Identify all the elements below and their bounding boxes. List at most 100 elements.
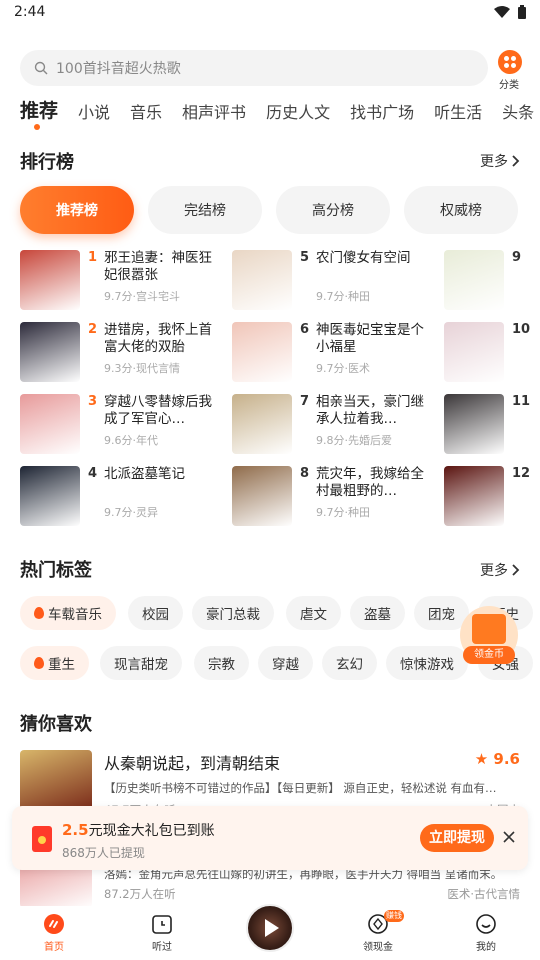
- earn-badge: 赚钱: [384, 910, 404, 922]
- tab-history[interactable]: 历史人文: [266, 94, 330, 123]
- tag-chip[interactable]: 现言甜宠: [100, 646, 182, 680]
- pill-high-score-rank[interactable]: 高分榜: [276, 186, 390, 234]
- nav-profile[interactable]: 我的: [451, 912, 521, 953]
- tag-chip[interactable]: 玄幻: [322, 646, 377, 680]
- ranking-more-label: 更多: [480, 154, 508, 170]
- rank-cover: [20, 250, 80, 310]
- tag-label: 宗教: [208, 657, 235, 673]
- book-listeners: 87.2万人在听: [104, 887, 176, 901]
- tag-chip[interactable]: 宗教: [194, 646, 249, 680]
- pill-recommend-rank[interactable]: 推荐榜: [20, 186, 134, 234]
- rank-number: 4: [88, 466, 98, 481]
- rank-number: 5: [300, 250, 310, 265]
- rank-title: 相亲当天，豪门继承人拉着我…: [316, 394, 424, 427]
- rank-item[interactable]: 9: [444, 250, 521, 310]
- rank-item[interactable]: 8 荒灾年，我嫁给全村最粗野的… 9.7分·种田: [232, 466, 432, 526]
- status-icons: [494, 5, 526, 19]
- tag-chip[interactable]: 车载音乐: [20, 596, 116, 630]
- profile-icon: [474, 912, 498, 936]
- tags-more-link[interactable]: 更多: [480, 560, 520, 580]
- tab-recommend[interactable]: 推荐: [20, 94, 58, 130]
- rank-number: 8: [300, 466, 310, 481]
- rank-number: 12: [512, 466, 531, 481]
- rank-meta: 9.7分·种田: [316, 506, 370, 519]
- rank-meta: 9.7分·宫斗宅斗: [104, 290, 180, 303]
- nav-home[interactable]: 首页: [19, 912, 89, 953]
- home-icon: [42, 912, 66, 936]
- rank-cover: [444, 394, 504, 454]
- rank-item[interactable]: 10: [444, 322, 530, 382]
- tags-title: 热门标签: [20, 560, 92, 581]
- tag-label: 豪门总裁: [206, 607, 260, 623]
- tags-more-label: 更多: [480, 563, 508, 579]
- ranking-more-link[interactable]: 更多: [480, 151, 520, 171]
- now-playing-disc[interactable]: [246, 904, 294, 952]
- tag-chip[interactable]: 虐文: [286, 596, 341, 630]
- rank-item[interactable]: 7 相亲当天，豪门继承人拉着我… 9.8分·先婚后爱: [232, 394, 432, 454]
- rank-meta: 9.7分·灵异: [104, 506, 158, 519]
- rank-cover: [20, 322, 80, 382]
- guess-title: 猜你喜欢: [20, 714, 92, 735]
- pill-authority-rank[interactable]: 权威榜: [404, 186, 518, 234]
- pill-finished-rank[interactable]: 完结榜: [148, 186, 262, 234]
- tag-chip[interactable]: 豪门总裁: [192, 596, 274, 630]
- tab-crosstalk[interactable]: 相声评书: [182, 94, 246, 123]
- tab-book-plaza[interactable]: 找书广场: [350, 94, 414, 123]
- status-time: 2:44: [14, 4, 46, 20]
- tab-novel[interactable]: 小说: [78, 94, 110, 123]
- tag-label: 车载音乐: [48, 607, 102, 623]
- category-button[interactable]: 分类: [496, 50, 524, 91]
- rank-cover: [20, 466, 80, 526]
- book-score-value: 9.6: [493, 750, 520, 768]
- promo-text: 元现金大礼包已到账: [88, 823, 215, 839]
- tag-label: 惊悚游戏: [400, 657, 454, 673]
- category-icon: [498, 50, 522, 74]
- red-envelope-icon: [32, 826, 52, 852]
- withdraw-button[interactable]: 立即提现: [420, 824, 494, 852]
- rank-cover: [444, 250, 504, 310]
- book-cover: [20, 750, 92, 810]
- rank-cover: [20, 394, 80, 454]
- ranking-title: 排行榜: [20, 152, 74, 173]
- tag-label: 校园: [142, 607, 169, 623]
- rank-item[interactable]: 4 北派盗墓笔记 9.7分·灵异: [20, 466, 220, 526]
- tag-chip[interactable]: 盗墓: [350, 596, 405, 630]
- nav-home-label: 首页: [44, 942, 64, 953]
- play-icon: [265, 919, 279, 937]
- nav-history[interactable]: 听过: [127, 912, 197, 953]
- tag-chip[interactable]: 惊悚游戏: [386, 646, 468, 680]
- rank-item[interactable]: 5 农门傻女有空间 9.7分·种田: [232, 250, 432, 310]
- rank-item[interactable]: 1 邪王追妻：神医狂妃很嚣张 9.7分·宫斗宅斗: [20, 250, 220, 310]
- rank-cover: [232, 322, 292, 382]
- rank-cover: [232, 250, 292, 310]
- rank-item[interactable]: 2 进错房，我怀上首富大佬的双胎 9.3分·现代言情: [20, 322, 220, 382]
- rank-title: 神医毒妃宝宝是个小福星: [316, 322, 424, 355]
- tag-label: 穿越: [272, 657, 299, 673]
- tab-life[interactable]: 听生活: [434, 94, 482, 123]
- tab-music[interactable]: 音乐: [130, 94, 162, 123]
- book-desc: 【历史类听书榜不可错过的作品】【每日更新】 源自正史，轻松述说 有血有…: [104, 781, 497, 795]
- rank-item[interactable]: 12: [444, 466, 530, 526]
- promo-title: 2.5元现金大礼包已到账: [62, 820, 215, 840]
- rank-item[interactable]: 6 神医毒妃宝宝是个小福星 9.7分·医术: [232, 322, 432, 382]
- flame-icon: [34, 657, 44, 669]
- tag-chip[interactable]: 穿越: [258, 646, 313, 680]
- tab-headlines[interactable]: 头条: [502, 94, 534, 123]
- status-bar: 2:44: [0, 0, 540, 28]
- rank-meta: 9.7分·医术: [316, 362, 370, 375]
- close-icon[interactable]: [502, 830, 516, 844]
- tag-label: 现言甜宠: [114, 657, 168, 673]
- floating-coin-button[interactable]: 领金币: [460, 606, 518, 664]
- search-placeholder: 100首抖音超火热歌: [56, 61, 181, 77]
- rank-item[interactable]: 11: [444, 394, 530, 454]
- rank-number: 10: [512, 322, 531, 337]
- cash-promo-banner[interactable]: 2.5元现金大礼包已到账 868万人已提现 立即提现: [12, 806, 528, 870]
- search-bar[interactable]: 100首抖音超火热歌: [20, 50, 488, 86]
- book-category: 医术·古代言情: [447, 887, 520, 901]
- rank-meta: 9.3分·现代言情: [104, 362, 180, 375]
- tag-chip[interactable]: 重生: [20, 646, 89, 680]
- rank-item[interactable]: 3 穿越八零替嫁后我成了军官心… 9.6分·年代: [20, 394, 220, 454]
- wifi-icon: [494, 6, 510, 18]
- tag-chip[interactable]: 校园: [128, 596, 183, 630]
- nav-profile-label: 我的: [476, 942, 496, 953]
